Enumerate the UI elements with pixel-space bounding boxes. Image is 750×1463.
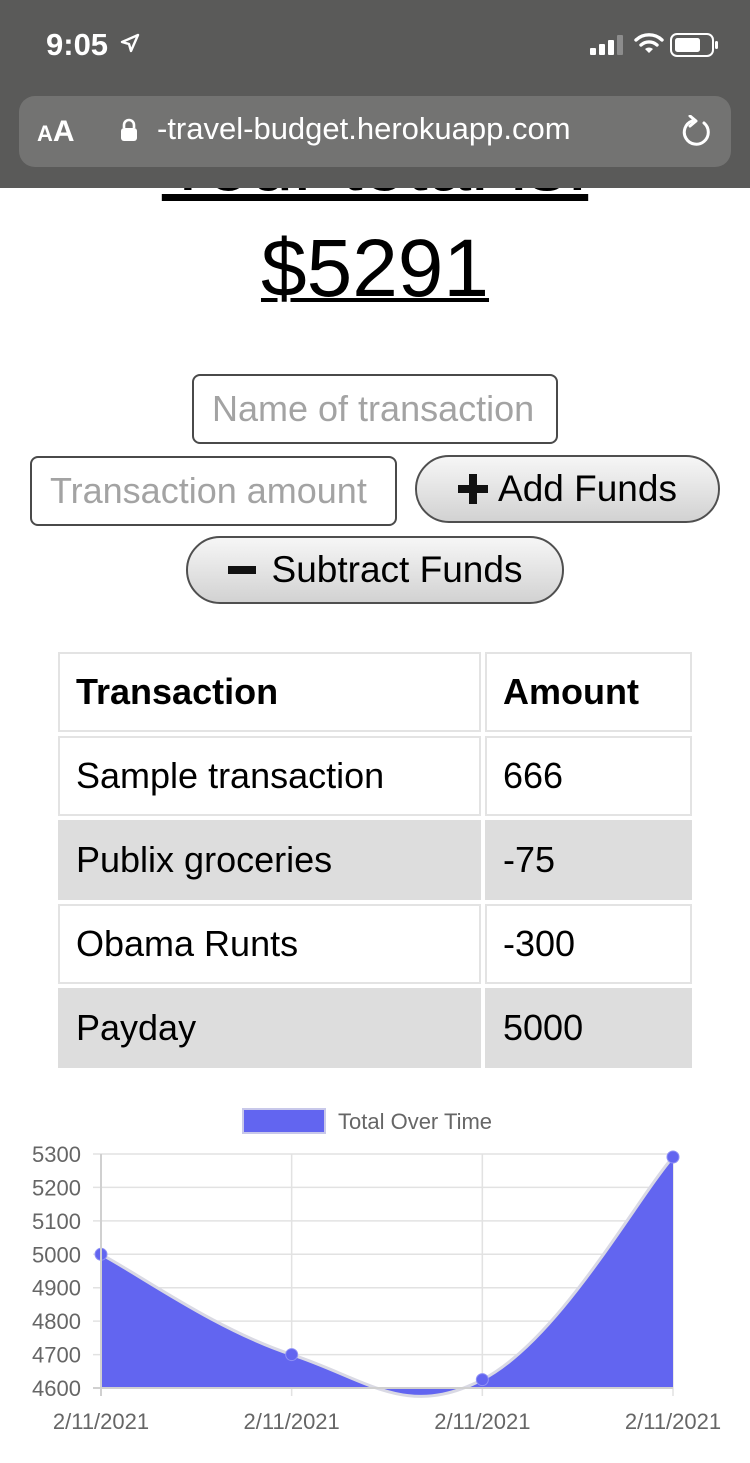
reload-icon[interactable]: [679, 115, 713, 149]
address-bar[interactable]: AA -travel-budget.herokuapp.com: [19, 96, 731, 167]
data-point: [666, 1150, 680, 1164]
row-name: Publix groceries: [58, 820, 481, 900]
url-text[interactable]: -travel-budget.herokuapp.com: [157, 111, 571, 147]
subtract-funds-button[interactable]: Subtract Funds: [186, 536, 564, 604]
row-name: Sample transaction: [58, 736, 481, 816]
row-amount: -75: [485, 820, 692, 900]
table-header-row: Transaction Amount: [58, 652, 692, 732]
minus-icon: [227, 566, 256, 574]
row-name: Payday: [58, 988, 481, 1068]
x-tick-label: 2/11/2021: [625, 1409, 721, 1434]
y-tick-label: 5100: [32, 1209, 81, 1234]
header-transaction: Transaction: [58, 652, 481, 732]
status-time: 9:05: [46, 27, 109, 62]
transaction-name-input[interactable]: [192, 374, 558, 444]
table-row: Publix groceries -75: [58, 820, 692, 900]
table-row: Obama Runts -300: [58, 904, 692, 984]
y-tick-label: 5000: [32, 1242, 81, 1267]
y-tick-label: 4700: [32, 1343, 81, 1368]
wifi-icon: [634, 33, 664, 53]
y-tick-label: 5300: [32, 1142, 81, 1167]
legend-swatch: [242, 1108, 326, 1134]
x-tick-label: 2/11/2021: [244, 1409, 340, 1434]
add-funds-label: Add Funds: [498, 468, 677, 509]
lock-icon: [121, 118, 137, 141]
total-amount: $5291: [260, 223, 490, 314]
row-amount: 666: [485, 736, 692, 816]
legend-label: Total Over Time: [338, 1109, 492, 1134]
transaction-amount-input[interactable]: [30, 456, 397, 526]
total-over-time-chart: Total Over Time 5300 5200 5100 5000 4900 4800 4…: [32, 1108, 721, 1434]
text-size-button[interactable]: AA: [37, 115, 75, 149]
add-funds-button[interactable]: Add Funds: [415, 455, 720, 523]
plus-icon: [458, 474, 489, 504]
y-tick-label: 4900: [32, 1276, 81, 1301]
location-arrow-icon: [120, 33, 140, 53]
x-tick-label: 2/11/2021: [434, 1409, 530, 1434]
data-point: [285, 1348, 299, 1362]
y-tick-label: 5200: [32, 1175, 81, 1200]
x-tick-label: 2/11/2021: [53, 1409, 149, 1434]
y-tick-label: 4600: [32, 1376, 81, 1401]
browser-top-bar: 9:05 AA -travel-budget.herokuapp.com: [0, 0, 750, 188]
transactions-table: Transaction Amount Sample transaction 66…: [54, 648, 696, 1072]
y-tick-label: 4800: [32, 1309, 81, 1334]
subtract-funds-label: Subtract Funds: [271, 549, 523, 590]
row-amount: 5000: [485, 988, 692, 1068]
battery-icon: [670, 33, 718, 57]
cellular-signal-icon: [590, 35, 623, 55]
table-row: Payday 5000: [58, 988, 692, 1068]
table-row: Sample transaction 666: [58, 736, 692, 816]
row-amount: -300: [485, 904, 692, 984]
header-amount: Amount: [485, 652, 692, 732]
data-point: [475, 1373, 489, 1387]
row-name: Obama Runts: [58, 904, 481, 984]
